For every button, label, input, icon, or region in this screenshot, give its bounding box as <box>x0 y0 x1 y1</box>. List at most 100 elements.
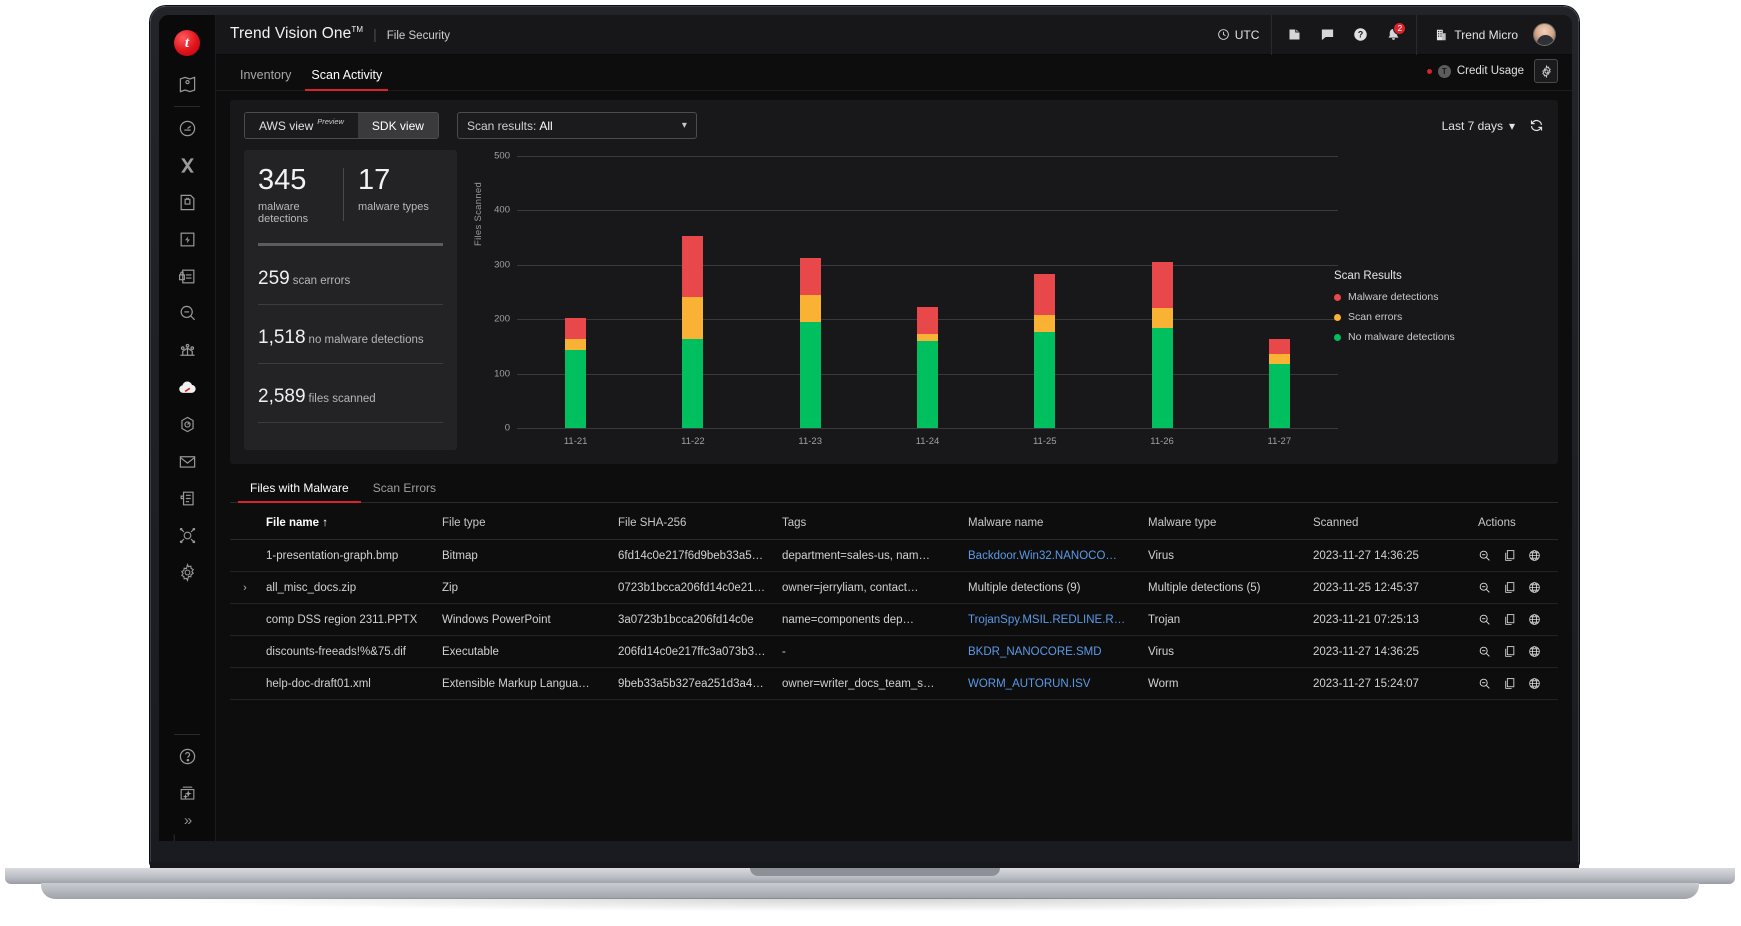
sidebar-item-cloud-security[interactable] <box>167 369 207 406</box>
cell-malware-name[interactable]: TrojanSpy.MSIL.REDLINE.R… <box>962 603 1142 636</box>
chart-bar-column[interactable]: 11-24 <box>869 156 986 447</box>
sidebar-item-dashboard[interactable] <box>167 110 207 147</box>
sidebar-item-help[interactable] <box>167 738 207 775</box>
legend-title: Scan Results <box>1334 270 1402 282</box>
sidebar-item-xdr[interactable] <box>167 147 207 184</box>
sidebar-item-whats-new[interactable] <box>167 775 207 812</box>
sidebar-expand-toggle[interactable]: » <box>184 812 192 841</box>
chart-bar-column[interactable]: 11-21 <box>517 156 634 447</box>
globe-icon[interactable] <box>1528 581 1541 594</box>
credit-usage-button[interactable]: T Credit Usage <box>1426 64 1524 78</box>
notifications-button[interactable]: 2 <box>1377 15 1410 55</box>
chart-stacked-bar[interactable] <box>682 236 704 428</box>
globe-icon[interactable] <box>1528 677 1541 690</box>
tab-files-with-malware[interactable]: Files with Malware <box>238 475 361 503</box>
app-window: t » Trend Vision OneTM | File Security U… <box>159 15 1572 841</box>
row-actions <box>1478 581 1552 594</box>
chart-y-tick: 0 <box>504 422 510 434</box>
sidebar-item-email-security[interactable] <box>167 443 207 480</box>
table-row[interactable]: comp DSS region 2311.PPTX Windows PowerPo… <box>230 603 1558 636</box>
table-row[interactable]: discounts-freeads!%&75.dif Executable 206f… <box>230 635 1558 668</box>
stat-malware-detections: 345 malware detections <box>258 166 343 226</box>
cell-scanned: 2023-11-27 15:24:07 <box>1307 667 1472 700</box>
copy-icon[interactable] <box>1503 581 1516 594</box>
copy-icon[interactable] <box>1503 645 1516 658</box>
tab-scan-activity[interactable]: Scan Activity <box>301 68 392 91</box>
sidebar-item-search-chat[interactable] <box>167 295 207 332</box>
sidebar-item-attack-surface[interactable] <box>167 517 207 554</box>
sidebar-item-endpoint-security[interactable] <box>167 406 207 443</box>
table-row[interactable]: › all_misc_docs.zip Zip 0723b1bcca206fd14c0… <box>230 571 1558 604</box>
sidebar-item-reports[interactable] <box>167 480 207 517</box>
table-row[interactable]: 1-presentation-graph.bmp Bitmap 6fd14c0e21… <box>230 539 1558 572</box>
copy-icon[interactable] <box>1503 549 1516 562</box>
scan-results-filter[interactable]: Scan results: All ▾ <box>456 112 697 139</box>
help-button[interactable]: ? <box>1344 15 1377 55</box>
sidebar-item-administration[interactable] <box>167 554 207 591</box>
chart-stacked-bar[interactable] <box>799 257 821 428</box>
chart-stacked-bar[interactable] <box>1151 261 1173 428</box>
search-icon[interactable] <box>1478 645 1491 658</box>
copy-icon[interactable] <box>1503 677 1516 690</box>
support-chat-button[interactable] <box>1311 15 1344 55</box>
cell-malware-name[interactable]: WORM_AUTORUN.ISV <box>962 667 1142 700</box>
th-malware-name[interactable]: Malware name <box>962 503 1142 540</box>
bar-segment-malware <box>565 318 587 339</box>
cell-malware-type: Virus <box>1142 635 1307 668</box>
legend-item-malware-detections[interactable]: Malware detections <box>1334 291 1504 303</box>
th-malware-type[interactable]: Malware type <box>1142 503 1307 540</box>
filters-toolbar: AWS view Preview SDK view Scan results: <box>244 112 1544 139</box>
chart-bar-column[interactable]: 11-23 <box>752 156 869 447</box>
th-file-type[interactable]: File type <box>436 503 612 540</box>
cell-malware-name[interactable]: Backdoor.Win32.NANOCO… <box>962 539 1142 572</box>
search-icon[interactable] <box>1478 581 1491 594</box>
organization-selector[interactable]: Trend Micro <box>1423 28 1529 42</box>
table-row[interactable]: help-doc-draft01.xml Extensible Markup La… <box>230 667 1558 700</box>
th-scanned[interactable]: Scanned <box>1307 503 1472 540</box>
sidebar-item-workflow[interactable] <box>167 332 207 369</box>
search-icon[interactable] <box>1478 613 1491 626</box>
th-tags[interactable]: Tags <box>776 503 962 540</box>
trend-micro-logo[interactable]: t <box>170 26 204 60</box>
sidebar-item-location-pin[interactable] <box>167 66 207 103</box>
sidebar-item-zero-trust[interactable] <box>167 221 207 258</box>
bar-segment-malware <box>682 236 704 297</box>
legend-item-scan-errors[interactable]: Scan errors <box>1334 311 1504 323</box>
th-file-name[interactable]: File name ↑ <box>260 503 436 540</box>
chart-stacked-bar[interactable] <box>565 318 587 428</box>
sidebar-item-secure-access[interactable] <box>167 258 207 295</box>
th-sha256[interactable]: File SHA-256 <box>612 503 776 540</box>
user-avatar[interactable] <box>1533 23 1556 46</box>
cell-actions <box>1472 635 1558 668</box>
expand-row-button[interactable]: › <box>230 571 260 604</box>
details-section: Files with Malware Scan Errors File name… <box>230 475 1558 700</box>
globe-icon[interactable] <box>1528 645 1541 658</box>
chart-bar-column[interactable]: 11-25 <box>986 156 1103 447</box>
chart-bar-column[interactable]: 11-27 <box>1221 156 1338 447</box>
sidebar-item-threat-intel[interactable] <box>167 184 207 221</box>
globe-icon[interactable] <box>1528 549 1541 562</box>
refresh-button[interactable] <box>1529 118 1544 133</box>
chart-stacked-bar[interactable] <box>1034 274 1056 428</box>
copy-icon[interactable] <box>1503 613 1516 626</box>
aws-view-button[interactable]: AWS view Preview <box>245 113 358 138</box>
search-icon[interactable] <box>1478 677 1491 690</box>
sdk-view-button[interactable]: SDK view <box>357 113 438 138</box>
globe-icon[interactable] <box>1528 613 1541 626</box>
timezone-button[interactable]: UTC <box>1205 15 1272 55</box>
cell-malware-name[interactable]: BKDR_NANOCORE.SMD <box>962 635 1142 668</box>
tab-inventory[interactable]: Inventory <box>230 68 301 90</box>
chart-bar-column[interactable]: 11-26 <box>1103 156 1220 447</box>
legend-item-no-malware[interactable]: No malware detections <box>1334 331 1504 343</box>
chart-stacked-bar[interactable] <box>1268 339 1290 428</box>
bar-segment-clean <box>1151 327 1173 428</box>
base-notch <box>750 868 1000 876</box>
chart-stacked-bar[interactable] <box>916 306 938 428</box>
chart-gridline <box>517 428 1338 429</box>
page-settings-button[interactable] <box>1534 59 1558 83</box>
tab-scan-errors[interactable]: Scan Errors <box>361 475 448 502</box>
chart-bar-column[interactable]: 11-22 <box>634 156 751 447</box>
time-range-selector[interactable]: Last 7 days ▾ <box>1442 119 1515 133</box>
search-icon[interactable] <box>1478 549 1491 562</box>
documentation-button[interactable] <box>1278 15 1311 55</box>
